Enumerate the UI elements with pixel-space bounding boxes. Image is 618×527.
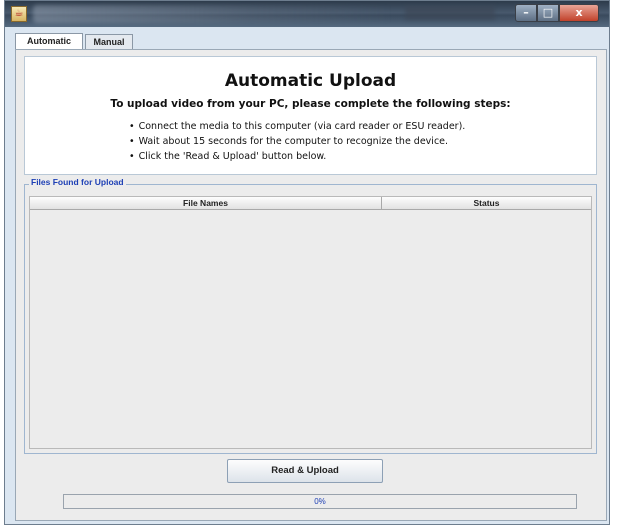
column-header-status[interactable]: Status [382,197,591,210]
java-cup-icon: ☕ [11,6,27,22]
steps-list: Connect the media to this computer (via … [129,119,466,164]
title-bar[interactable]: ☕ – □ x [5,1,609,27]
table-header: File Names Status [30,197,591,210]
window-title-redacted [33,5,393,23]
tab-automatic[interactable]: Automatic [15,33,83,50]
instructions-box: Automatic Upload To upload video from yo… [24,56,597,175]
automatic-panel: Automatic Upload To upload video from yo… [15,49,607,521]
upload-progress-bar: 0% [63,494,577,509]
maximize-button[interactable]: □ [537,4,559,22]
page-title: Automatic Upload [224,71,397,91]
step-click-button: Click the 'Read & Upload' button below. [129,149,465,164]
files-group-label: Files Found for Upload [29,177,126,187]
window-title-redacted-2 [405,6,495,20]
tab-manual[interactable]: Manual [85,34,133,49]
files-table[interactable]: File Names Status [29,196,592,449]
step-connect-media: Connect the media to this computer (via … [129,119,466,134]
instructions-subtitle: To upload video from your PC, please com… [110,98,511,110]
files-found-group: Files Found for Upload File Names Status [24,177,597,454]
app-window: ☕ – □ x Automatic Manual Automatic Uploa… [4,0,610,525]
minimize-button[interactable]: – [515,4,537,22]
progress-label: 0% [314,497,326,506]
read-upload-button[interactable]: Read & Upload [227,459,383,483]
step-wait: Wait about 15 seconds for the computer t… [129,134,465,149]
close-button[interactable]: x [559,4,599,22]
column-header-file-names[interactable]: File Names [30,197,382,210]
